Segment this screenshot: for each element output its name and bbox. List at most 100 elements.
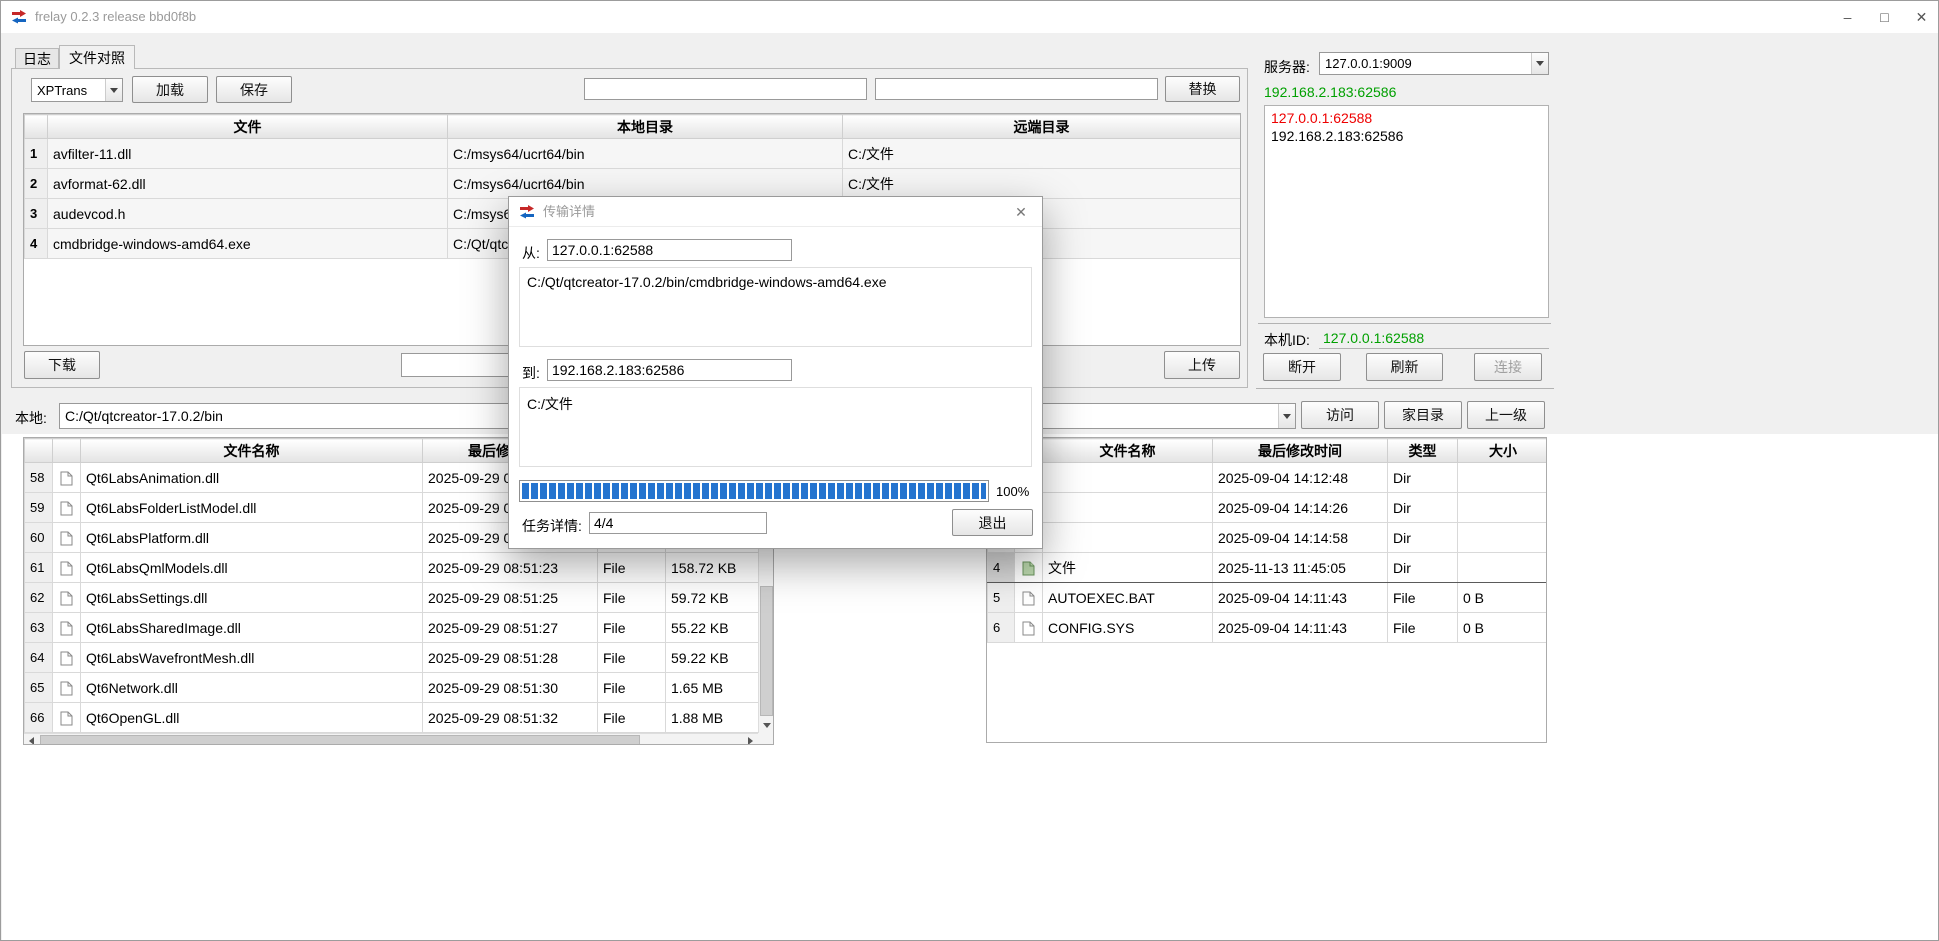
local-id-label: 本机ID: <box>1264 330 1310 350</box>
remote-files-header-type[interactable]: 类型 <box>1388 439 1458 463</box>
row-number: 6 <box>988 613 1015 643</box>
scrollbar-thumb[interactable] <box>40 735 640 745</box>
file-mtime-cell: 2025-09-29 08:51:28 <box>423 643 598 673</box>
mapping-row[interactable]: 2 avformat-62.dll C:/msys64/ucrt64/bin C… <box>25 169 1241 199</box>
save-button[interactable]: 保存 <box>216 76 292 103</box>
row-number: 58 <box>25 463 53 493</box>
local-file-row[interactable]: 63 Qt6LabsSharedImage.dll 2025-09-29 08:… <box>25 613 759 643</box>
remote-files-header-mtime[interactable]: 最后修改时间 <box>1213 439 1388 463</box>
find-input[interactable] <box>584 78 867 100</box>
replace-input[interactable] <box>875 78 1158 100</box>
connected-peer-text: 192.168.2.183:62586 <box>1264 84 1396 100</box>
load-button[interactable]: 加载 <box>132 76 208 103</box>
up-level-button[interactable]: 上一级 <box>1467 401 1545 429</box>
divider <box>1256 388 1554 389</box>
local-file-row[interactable]: 65 Qt6Network.dll 2025-09-29 08:51:30 <box>25 673 759 703</box>
peer-list-item[interactable]: 127.0.0.1:62588 <box>1265 109 1548 127</box>
peer-list-item[interactable]: 192.168.2.183:62586 <box>1265 127 1548 145</box>
file-mtime-cell: 2025-09-04 14:11:43 <box>1213 583 1388 613</box>
divider <box>1258 323 1551 324</box>
connect-button[interactable]: 连接 <box>1474 353 1542 381</box>
scroll-left-button[interactable] <box>24 734 39 745</box>
dialog-app-icon <box>519 204 535 225</box>
file-type-cell: File <box>598 553 666 583</box>
visit-button[interactable]: 访问 <box>1301 401 1379 429</box>
server-select[interactable]: 127.0.0.1:9009 <box>1319 52 1549 75</box>
mapping-header-remote[interactable]: 远端目录 <box>843 115 1241 139</box>
remote-file-row[interactable]: 5 AUTOEXEC.BAT 2025-09-04 14:11:43 F <box>988 583 1548 613</box>
mapping-row[interactable]: 1 avfilter-11.dll C:/msys64/ucrt64/bin C… <box>25 139 1241 169</box>
dialog-title-bar[interactable]: 传输详情 ✕ <box>509 197 1042 227</box>
to-path-textarea[interactable]: C:/文件 <box>519 387 1032 467</box>
from-address-input[interactable] <box>547 239 792 261</box>
file-name-cell: Qt6Network.dll <box>81 673 423 703</box>
exit-button[interactable]: 退出 <box>952 509 1033 536</box>
local-files-icon-header <box>53 439 81 463</box>
local-file-row[interactable]: 62 Qt6LabsSettings.dll 2025-09-29 08:51:… <box>25 583 759 613</box>
row-number: 60 <box>25 523 53 553</box>
home-dir-button[interactable]: 家目录 <box>1384 401 1462 429</box>
remote-file-row[interactable]: 3 2025-09-04 14:14:58 Dir <box>988 523 1548 553</box>
file-name-cell: Qt6LabsQmlModels.dll <box>81 553 423 583</box>
tab-file-mapping[interactable]: 文件对照 <box>59 45 135 69</box>
file-name-cell: Qt6LabsFolderListModel.dll <box>81 493 423 523</box>
file-name-cell <box>1043 493 1213 523</box>
file-mtime-cell: 2025-09-04 14:11:43 <box>1213 613 1388 643</box>
file-icon <box>60 471 73 486</box>
dialog-close-icon[interactable]: ✕ <box>1008 201 1034 223</box>
peer-list[interactable]: 127.0.0.1:62588 192.168.2.183:62586 <box>1264 105 1549 318</box>
chevron-down-icon[interactable] <box>1278 404 1295 428</box>
minimize-button[interactable]: – <box>1829 1 1866 33</box>
remote-file-row[interactable]: 1 2025-09-04 14:12:48 Dir <box>988 463 1548 493</box>
mapping-local-cell: C:/msys64/ucrt64/bin <box>448 169 843 199</box>
scroll-down-button[interactable] <box>759 718 774 733</box>
disconnect-button[interactable]: 断开 <box>1263 353 1341 381</box>
file-icon <box>60 681 73 696</box>
chevron-down-icon[interactable] <box>1531 53 1548 74</box>
row-number: 2 <box>25 169 48 199</box>
replace-button[interactable]: 替换 <box>1165 76 1240 102</box>
file-mtime-cell: 2025-11-13 11:45:05 <box>1213 553 1388 583</box>
file-name-cell: Qt6LabsSettings.dll <box>81 583 423 613</box>
row-number: 66 <box>25 703 53 733</box>
server-label: 服务器: <box>1264 57 1310 77</box>
tab-log[interactable]: 日志 <box>15 48 59 69</box>
mapping-header-file[interactable]: 文件 <box>48 115 448 139</box>
download-button[interactable]: 下载 <box>24 351 100 379</box>
task-details-input[interactable] <box>589 512 767 534</box>
remote-files-header-name[interactable]: 文件名称 <box>1043 439 1213 463</box>
file-mtime-cell: 2025-09-29 08:51:23 <box>423 553 598 583</box>
file-mtime-cell: 2025-09-29 08:51:25 <box>423 583 598 613</box>
scrollbar-thumb[interactable] <box>760 586 773 716</box>
local-files-corner-header <box>25 439 53 463</box>
local-file-row[interactable]: 66 Qt6OpenGL.dll 2025-09-29 08:51:32 <box>25 703 759 733</box>
mapping-header-local[interactable]: 本地目录 <box>448 115 843 139</box>
profile-select[interactable]: XPTrans <box>31 78 123 102</box>
remote-file-row[interactable]: 4 文件 2025-11-13 11:45:05 Dir <box>988 553 1548 583</box>
from-path-textarea[interactable]: C:/Qt/qtcreator-17.0.2/bin/cmdbridge-win… <box>519 267 1032 347</box>
local-files-hscrollbar[interactable] <box>24 733 758 745</box>
scroll-right-button[interactable] <box>743 734 758 745</box>
row-number: 59 <box>25 493 53 523</box>
local-path-label: 本地: <box>15 408 47 428</box>
local-file-row[interactable]: 64 Qt6LabsWavefrontMesh.dll 2025-09-29 0… <box>25 643 759 673</box>
chevron-down-icon[interactable] <box>105 79 122 101</box>
to-address-input[interactable] <box>547 359 792 381</box>
remote-file-row[interactable]: 2 2025-09-04 14:14:26 Dir <box>988 493 1548 523</box>
remote-file-row[interactable]: 6 CONFIG.SYS 2025-09-04 14:11:43 Fil <box>988 613 1548 643</box>
file-size-cell <box>1458 523 1548 553</box>
title-bar[interactable]: frelay 0.2.3 release bbd0f8b – □ ✕ <box>1 1 1938 33</box>
file-type-cell: File <box>598 613 666 643</box>
refresh-button[interactable]: 刷新 <box>1366 353 1443 381</box>
local-files-header-name[interactable]: 文件名称 <box>81 439 423 463</box>
mapping-remote-cell: C:/文件 <box>843 139 1241 169</box>
file-mtime-cell: 2025-09-29 08:51:32 <box>423 703 598 733</box>
close-button[interactable]: ✕ <box>1903 1 1939 33</box>
file-type-cell: Dir <box>1388 553 1458 583</box>
scrollbar-corner <box>758 733 773 745</box>
file-name-cell: Qt6LabsAnimation.dll <box>81 463 423 493</box>
local-file-row[interactable]: 61 Qt6LabsQmlModels.dll 2025-09-29 08:51… <box>25 553 759 583</box>
remote-files-header-size[interactable]: 大小 <box>1458 439 1548 463</box>
maximize-button[interactable]: □ <box>1866 1 1903 33</box>
upload-button[interactable]: 上传 <box>1164 351 1240 379</box>
